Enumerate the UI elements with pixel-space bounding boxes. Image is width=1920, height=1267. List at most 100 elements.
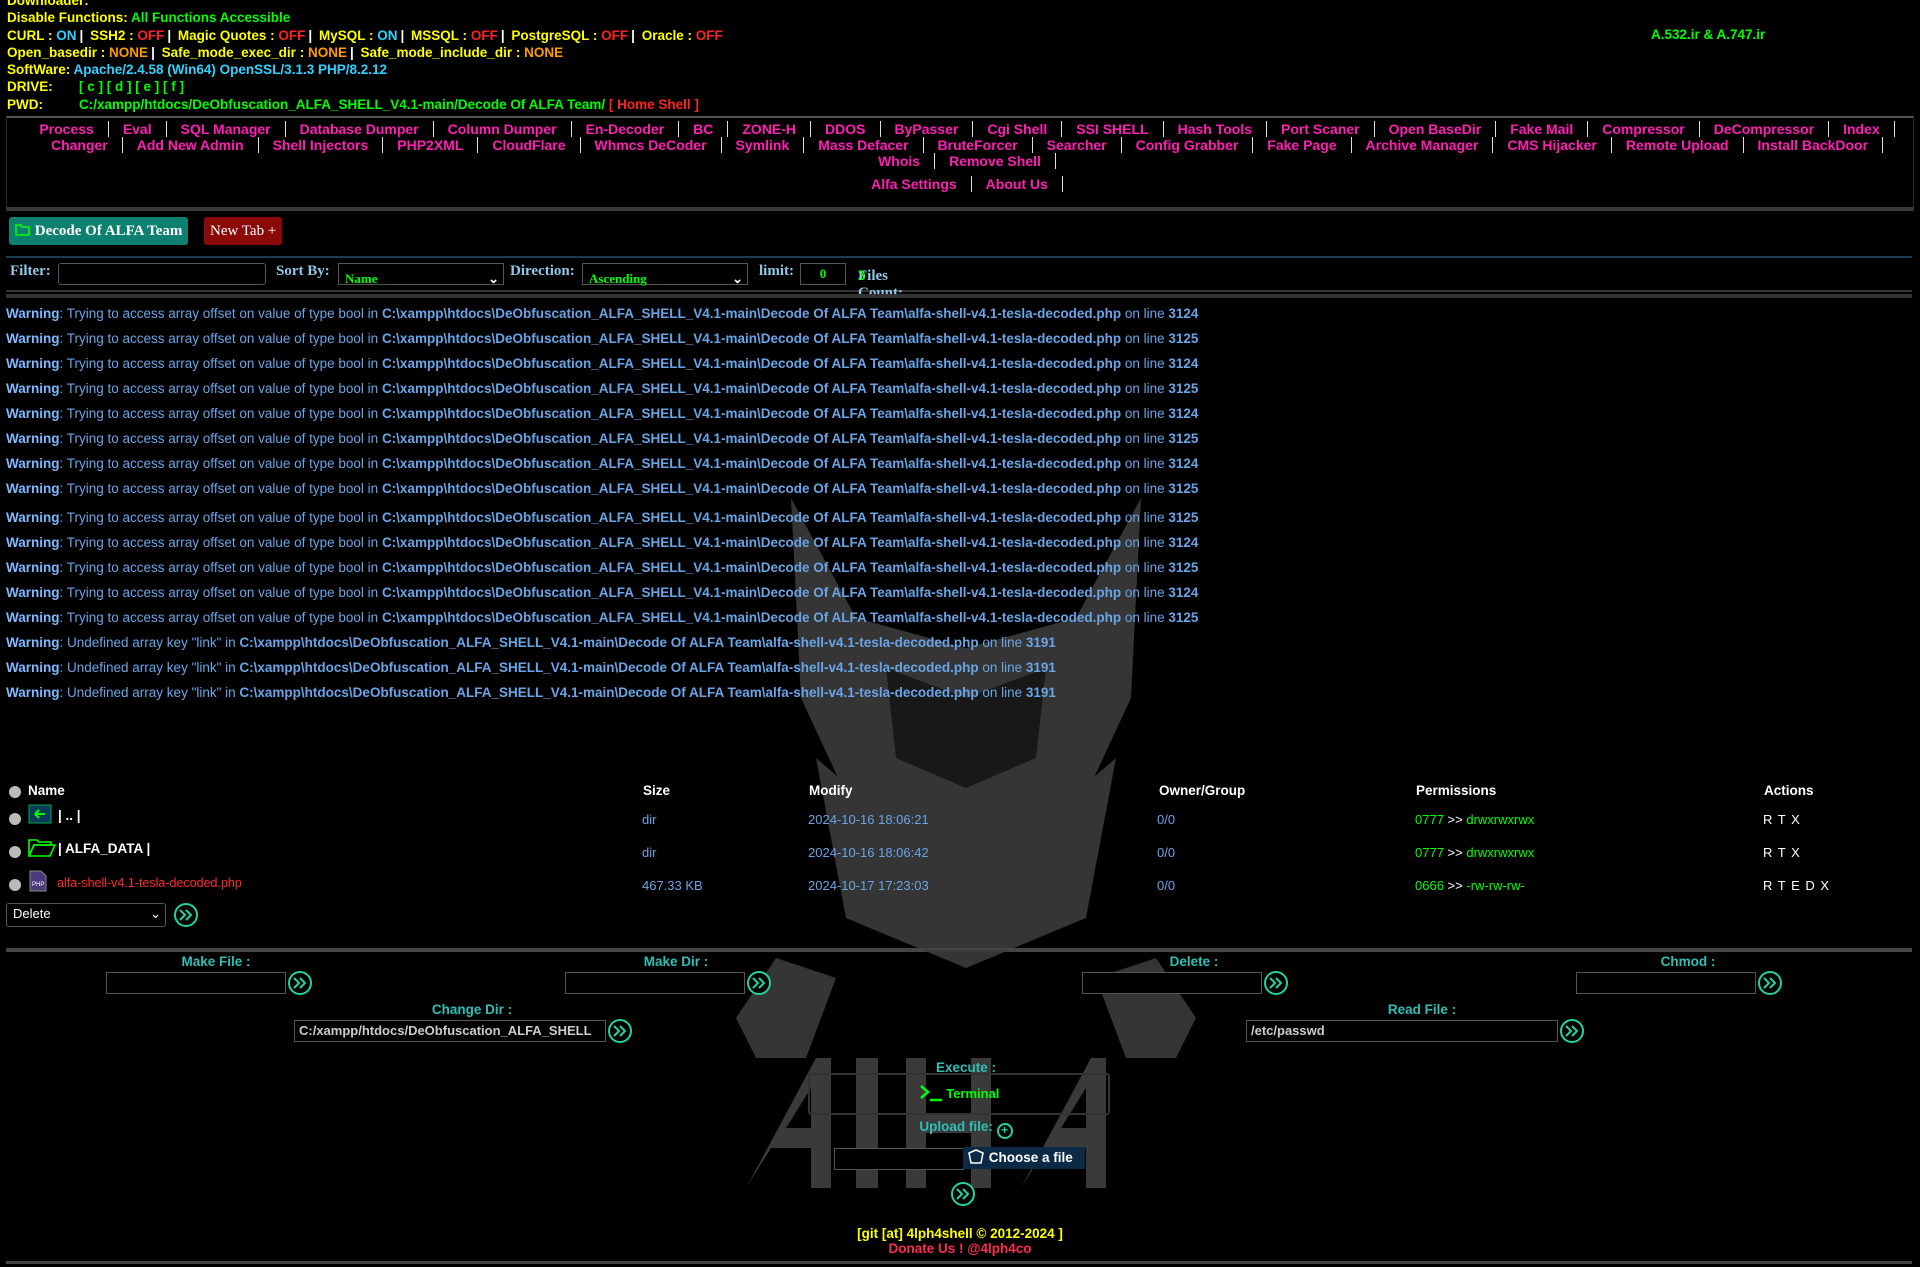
menu-item[interactable]: Install BackDoor <box>1744 137 1884 153</box>
file-name-link[interactable]: | .. | <box>58 808 81 823</box>
menu-item[interactable]: SQL Manager <box>167 121 286 137</box>
php-file-icon[interactable]: PHP <box>28 870 48 895</box>
bulk-action-go-button[interactable] <box>174 903 198 927</box>
row-select-radio[interactable] <box>9 846 21 858</box>
warning-word: Warning <box>6 535 60 550</box>
menu-item[interactable]: Whois <box>864 153 936 169</box>
menu-item[interactable]: Changer <box>37 137 123 153</box>
make-file-input[interactable] <box>106 972 286 994</box>
menu-item[interactable]: DDOS <box>811 121 881 137</box>
menu-item[interactable]: Symlink <box>722 137 805 153</box>
direction-select[interactable]: Ascending ⌄ <box>582 263 748 286</box>
new-tab-button[interactable]: New Tab + <box>204 217 283 245</box>
menu-item[interactable]: Shell Injectors <box>259 137 384 153</box>
limit-input[interactable]: 0 <box>800 263 846 285</box>
chmod-input[interactable] <box>1576 972 1756 994</box>
back-icon[interactable] <box>28 804 52 827</box>
change-dir-input[interactable]: C:/xampp/htdocs/DeObfuscation_ALFA_SHELL <box>294 1020 606 1042</box>
file-modify-date[interactable]: 2024-10-16 18:06:21 <box>808 812 929 827</box>
home-shell-link[interactable]: [ Home Shell ] <box>609 97 699 112</box>
bulk-action-select[interactable]: Delete ⌄ <box>6 903 166 927</box>
file-actions[interactable]: R T X <box>1763 845 1801 860</box>
donate-link[interactable]: Donate Us ! @4lph4co <box>0 1241 1920 1256</box>
file-modify-date[interactable]: 2024-10-17 17:23:03 <box>808 878 929 893</box>
menu-item[interactable]: Whmcs DeCoder <box>581 137 722 153</box>
menu-item[interactable]: Database Dumper <box>286 121 434 137</box>
menu-item[interactable]: Fake Page <box>1253 137 1352 153</box>
menu-item[interactable]: Cgi Shell <box>973 121 1063 137</box>
menu-item[interactable]: Process <box>25 121 109 137</box>
menu-item[interactable]: Config Grabber <box>1122 137 1254 153</box>
read-file-go-button[interactable] <box>1560 1019 1584 1043</box>
menu-item[interactable]: Eval <box>109 121 167 137</box>
menu-item[interactable]: CloudFlare <box>478 137 581 153</box>
col-header-owner[interactable]: Owner/Group <box>1159 783 1245 798</box>
chmod-go-button[interactable] <box>1758 971 1782 995</box>
menu-item[interactable]: SSI SHELL <box>1062 121 1164 137</box>
delete-go-button[interactable] <box>1264 971 1288 995</box>
file-name-link[interactable]: | ALFA_DATA | <box>58 841 150 856</box>
sort-select[interactable]: Name ⌄ <box>338 263 504 286</box>
make-dir-go-button[interactable] <box>747 971 771 995</box>
make-file-go-button[interactable] <box>288 971 312 995</box>
menu-item[interactable]: PHP2XML <box>383 137 479 153</box>
menu-item[interactable]: En-Decoder <box>572 121 680 137</box>
col-header-permissions[interactable]: Permissions <box>1416 783 1496 798</box>
perm-string: -rw-rw-rw- <box>1466 878 1525 893</box>
menu-item[interactable]: Compressor <box>1588 121 1700 137</box>
menu-item[interactable]: Index <box>1829 121 1895 137</box>
upload-file-input[interactable] <box>834 1148 964 1170</box>
file-row[interactable]: | ALFA_DATA | dir 2024-10-16 18:06:42 0/0 07… <box>0 837 1920 867</box>
drive-links[interactable]: [ c ] [ d ] [ e ] [ f ] <box>79 79 184 94</box>
warning-word: Warning <box>6 660 60 675</box>
pwd-path[interactable]: C:/xampp/htdocs/DeObfuscation_ALFA_SHELL… <box>79 97 605 112</box>
row-select-radio[interactable] <box>9 879 21 891</box>
menu-item[interactable]: ByPasser <box>881 121 974 137</box>
terminal-button[interactable]: Terminal <box>808 1073 1110 1115</box>
menu-item[interactable]: Searcher <box>1033 137 1122 153</box>
file-permissions[interactable]: 0777 >> drwxrwxrwx <box>1415 812 1534 827</box>
file-row[interactable]: PHP alfa-shell-v4.1-tesla-decoded.php 467.… <box>0 870 1920 900</box>
menu-item[interactable]: BC <box>679 121 729 137</box>
read-file-input[interactable]: /etc/passwd <box>1246 1020 1558 1042</box>
col-header-name[interactable]: Name <box>28 783 65 798</box>
menu-item[interactable]: Add New Admin <box>123 137 259 153</box>
menu-item[interactable]: Alfa Settings <box>857 176 972 192</box>
filter-input[interactable] <box>58 263 266 285</box>
folder-icon[interactable] <box>27 837 57 860</box>
menu-item[interactable]: BruteForcer <box>924 137 1033 153</box>
col-header-modify[interactable]: Modify <box>809 783 853 798</box>
row-select-radio[interactable] <box>9 813 21 825</box>
tab-current-dir[interactable]: Decode Of ALFA Team <box>9 217 189 245</box>
change-dir-go-button[interactable] <box>608 1019 632 1043</box>
menu-item[interactable]: Open BaseDir <box>1375 121 1497 137</box>
menu-item[interactable]: Column Dumper <box>434 121 572 137</box>
upload-go-button[interactable] <box>951 1182 975 1206</box>
menu-item[interactable]: DeCompressor <box>1700 121 1830 137</box>
make-dir-input[interactable] <box>565 972 745 994</box>
menu-item[interactable]: Fake Mail <box>1496 121 1589 137</box>
col-header-actions[interactable]: Actions <box>1764 783 1814 798</box>
col-header-size[interactable]: Size <box>643 783 670 798</box>
file-row[interactable]: | .. | dir 2024-10-16 18:06:21 0/0 0777 >> d… <box>0 804 1920 834</box>
menu-item[interactable]: Port Scaner <box>1267 121 1375 137</box>
menu-item[interactable]: ZONE-H <box>728 121 812 137</box>
menu-item[interactable]: Mass Defacer <box>804 137 924 153</box>
choose-file-button[interactable]: Choose a file <box>963 1147 1085 1169</box>
delete-input[interactable] <box>1082 972 1262 994</box>
file-name-link[interactable]: alfa-shell-v4.1-tesla-decoded.php <box>57 876 242 890</box>
file-actions[interactable]: R T X <box>1763 812 1801 827</box>
file-permissions[interactable]: 0777 >> drwxrwxrwx <box>1415 845 1534 860</box>
file-actions[interactable]: R T E D X <box>1763 878 1830 893</box>
warning-line: Warning: Trying to access array offset o… <box>6 481 1198 496</box>
menu-item[interactable]: About Us <box>972 176 1063 192</box>
menu-item[interactable]: Remove Shell <box>935 153 1056 169</box>
select-all-radio[interactable] <box>9 786 21 798</box>
file-modify-date[interactable]: 2024-10-16 18:06:42 <box>808 845 929 860</box>
menu-item[interactable]: Remote Upload <box>1612 137 1744 153</box>
add-icon[interactable]: + <box>996 1123 1013 1139</box>
menu-item[interactable]: CMS Hijacker <box>1493 137 1612 153</box>
menu-item[interactable]: Archive Manager <box>1352 137 1494 153</box>
menu-item[interactable]: Hash Tools <box>1164 121 1268 137</box>
file-permissions[interactable]: 0666 >> -rw-rw-rw- <box>1415 878 1525 893</box>
